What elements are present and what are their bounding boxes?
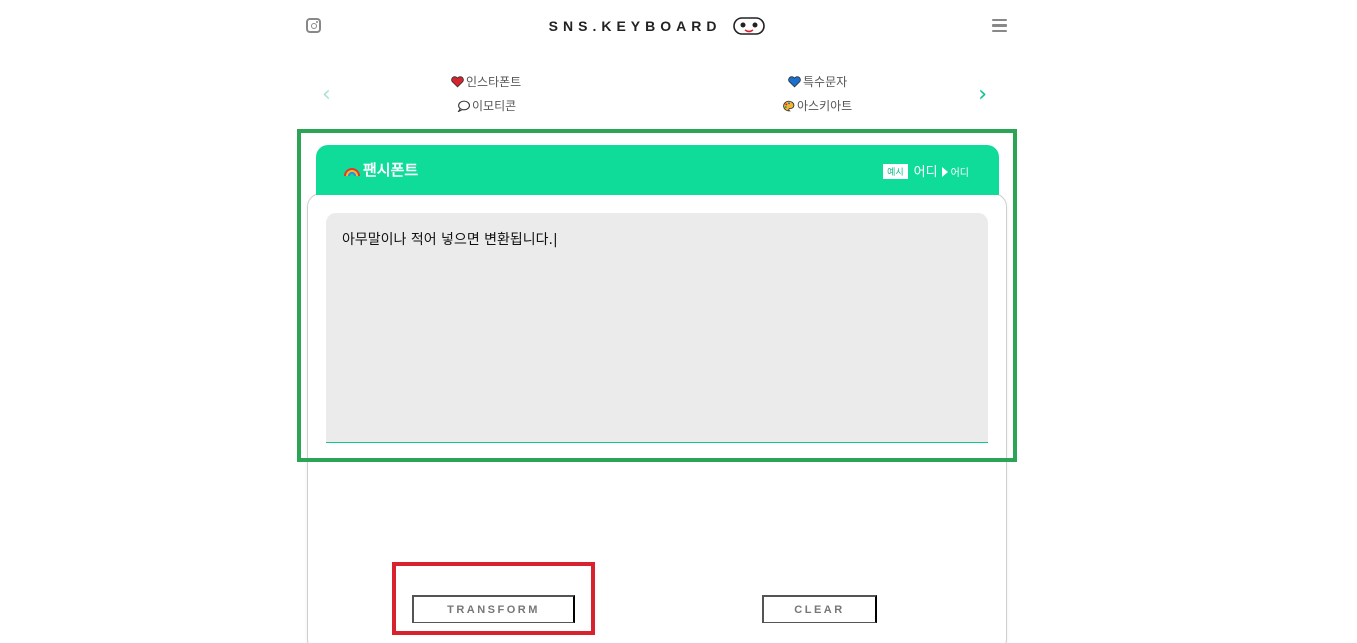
transform-button[interactable]: TRANSFORM	[412, 595, 575, 623]
hamburger-menu-icon[interactable]	[992, 19, 1007, 33]
category-special-chars[interactable]: 특수문자	[788, 73, 847, 90]
logo-text: SNS.KEYBOARD	[548, 18, 722, 34]
palette-icon	[783, 100, 795, 112]
card-header: 팬시폰트 예시 어디 어디	[316, 145, 999, 195]
category-emoticon[interactable]: 이모티콘	[457, 97, 516, 114]
logo-face-icon	[733, 17, 766, 35]
category-instafont[interactable]: 인스타폰트	[451, 73, 521, 90]
speech-bubble-icon	[457, 100, 470, 112]
example-hint: 예시 어디 어디	[883, 161, 969, 180]
card-title: 팬시폰트	[344, 159, 418, 180]
category-ascii-art[interactable]: 아스키아트	[782, 97, 852, 114]
example-badge: 예시	[883, 164, 908, 179]
text-input[interactable]: 아무말이나 적어 넣으면 변환됩니다.|	[326, 213, 988, 443]
red-heart-icon	[451, 76, 464, 88]
chevron-left-icon[interactable]: ‹	[322, 82, 331, 107]
category-nav: ‹ 인스타폰트 이모티콘 특수문자 아스키아트 ›	[300, 66, 1015, 122]
blue-heart-icon	[788, 76, 801, 88]
rainbow-icon	[344, 168, 360, 177]
chevron-right-icon[interactable]: ›	[978, 82, 987, 107]
site-logo[interactable]: SNS.KEYBOARD	[300, 16, 1015, 36]
clear-button[interactable]: CLEAR	[762, 595, 877, 623]
top-bar: SNS.KEYBOARD	[300, 0, 1015, 56]
play-arrow-icon	[941, 167, 948, 177]
